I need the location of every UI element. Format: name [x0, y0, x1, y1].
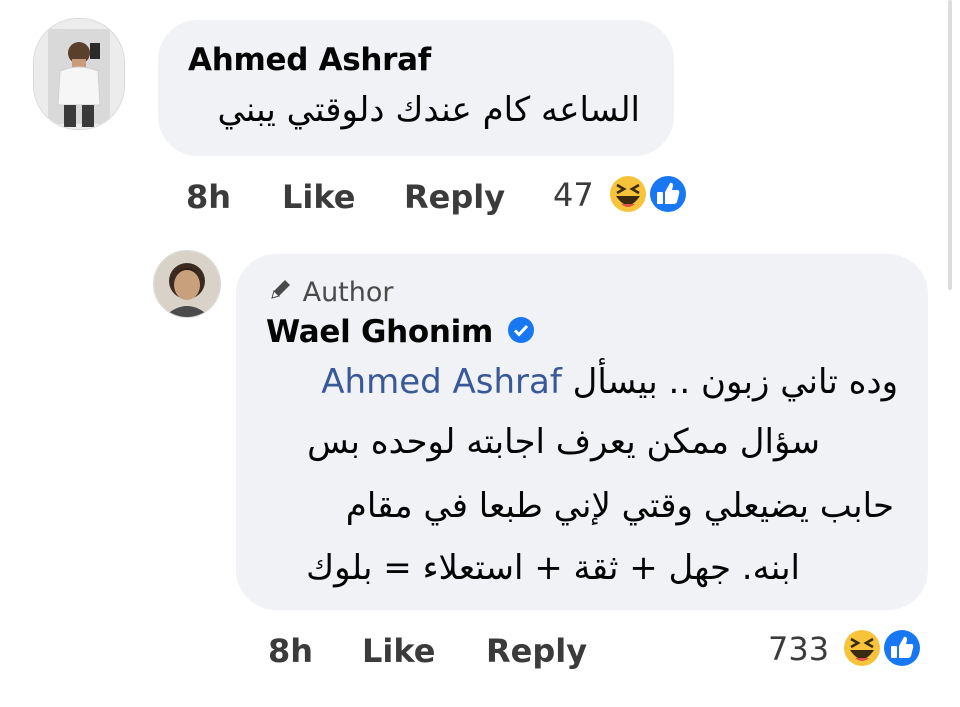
comment-reactions[interactable]: [602, 170, 692, 218]
avatar-ahmed[interactable]: [33, 18, 125, 130]
comment-reaction-count[interactable]: 47: [553, 176, 594, 214]
avatar-wael[interactable]: [153, 250, 221, 318]
comment-text: الساعه كام عندك دلوقتي يبني: [217, 90, 641, 130]
comment-like-button[interactable]: Like: [282, 178, 355, 216]
reply-text-line-1: وده تاني زبون .. بيسأل Ahmed Ashraf: [248, 362, 898, 402]
scrollbar[interactable]: [948, 0, 952, 290]
reply-author-text[interactable]: Wael Ghonim: [266, 314, 493, 350]
reply-reaction-count[interactable]: 733: [768, 630, 829, 668]
mention-link[interactable]: Ahmed Ashraf: [321, 362, 562, 402]
author-badge: Author: [268, 276, 394, 309]
author-badge-label: Author: [302, 277, 394, 308]
like-icon: [881, 627, 923, 669]
reply-reactions[interactable]: [836, 624, 936, 672]
reply-bubble: Author Wael Ghonim وده تاني زبون .. بيسأ…: [236, 254, 928, 610]
reply-time[interactable]: 8h: [268, 632, 313, 670]
verified-badge-icon: [507, 316, 535, 352]
reply-text-line-4: ابنه. جهل + ثقة + استعلاء = بلوك: [306, 548, 800, 588]
reply-text-line-1-prefix: وده تاني زبون .. بيسأل: [572, 362, 898, 402]
comment-thread: Ahmed Ashraf الساعه كام عندك دلوقتي يبني…: [0, 0, 960, 707]
reply-author-name[interactable]: Wael Ghonim: [266, 314, 535, 352]
reply-text-line-2: سؤال ممكن يعرف اجابته لوحده بس: [307, 422, 820, 462]
comment-bubble: Ahmed Ashraf الساعه كام عندك دلوقتي يبني: [158, 20, 674, 156]
like-icon: [647, 173, 689, 215]
comment-reply-button[interactable]: Reply: [404, 178, 505, 216]
pencil-icon: [268, 276, 294, 309]
comment-time[interactable]: 8h: [186, 178, 231, 216]
reply-text-line-3: حابب يضيعلي وقتي لإني طبعا في مقام: [345, 486, 894, 526]
reply-reply-button[interactable]: Reply: [486, 632, 587, 670]
reply-like-button[interactable]: Like: [362, 632, 435, 670]
comment-author-name[interactable]: Ahmed Ashraf: [188, 42, 431, 78]
